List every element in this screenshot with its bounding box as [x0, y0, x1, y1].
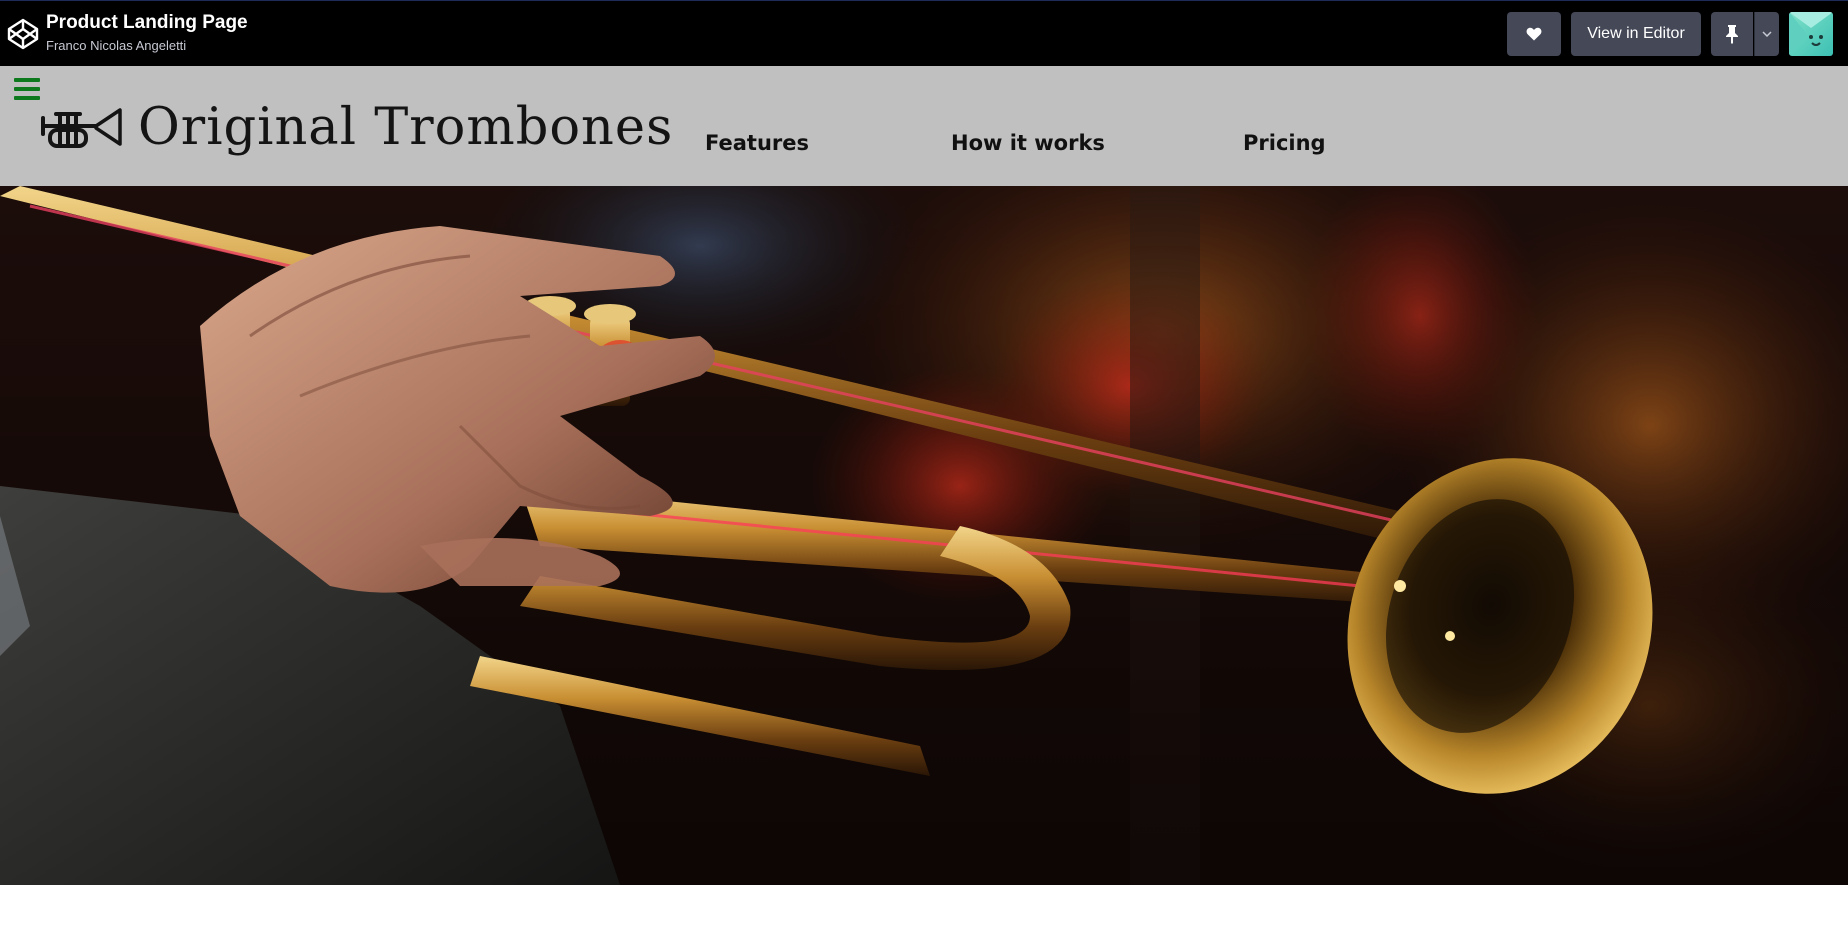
pin-button[interactable] — [1711, 12, 1753, 56]
pen-author[interactable]: Franco Nicolas Angeletti — [46, 37, 186, 54]
page-content-area — [0, 885, 1848, 940]
view-in-editor-button[interactable]: View in Editor — [1571, 12, 1701, 56]
pin-icon — [1726, 25, 1738, 44]
user-avatar[interactable] — [1789, 12, 1833, 56]
chevron-down-icon — [1762, 31, 1772, 37]
pin-menu-button[interactable] — [1754, 12, 1779, 56]
heart-icon — [1526, 27, 1542, 41]
menu-bar — [14, 78, 40, 82]
avatar-image — [1789, 12, 1833, 56]
menu-bar — [14, 87, 40, 91]
trumpet-photo — [0, 186, 1848, 885]
pen-title[interactable]: Product Landing Page — [46, 11, 248, 35]
codepen-top-bar: Product Landing Page Franco Nicolas Ange… — [0, 0, 1848, 66]
like-button[interactable] — [1507, 12, 1561, 56]
trumpet-logo-icon[interactable] — [40, 104, 124, 156]
codepen-logo-icon[interactable] — [6, 17, 40, 51]
site-header: Original Trombones Features How it works… — [0, 66, 1848, 186]
nav-link-pricing[interactable]: Pricing — [1243, 130, 1326, 156]
hamburger-menu-icon[interactable] — [12, 76, 42, 102]
menu-bar — [14, 96, 40, 100]
nav-link-how-it-works[interactable]: How it works — [951, 130, 1105, 156]
hero-image — [0, 186, 1848, 885]
nav-link-features[interactable]: Features — [705, 130, 809, 156]
brand-title[interactable]: Original Trombones — [138, 96, 673, 160]
